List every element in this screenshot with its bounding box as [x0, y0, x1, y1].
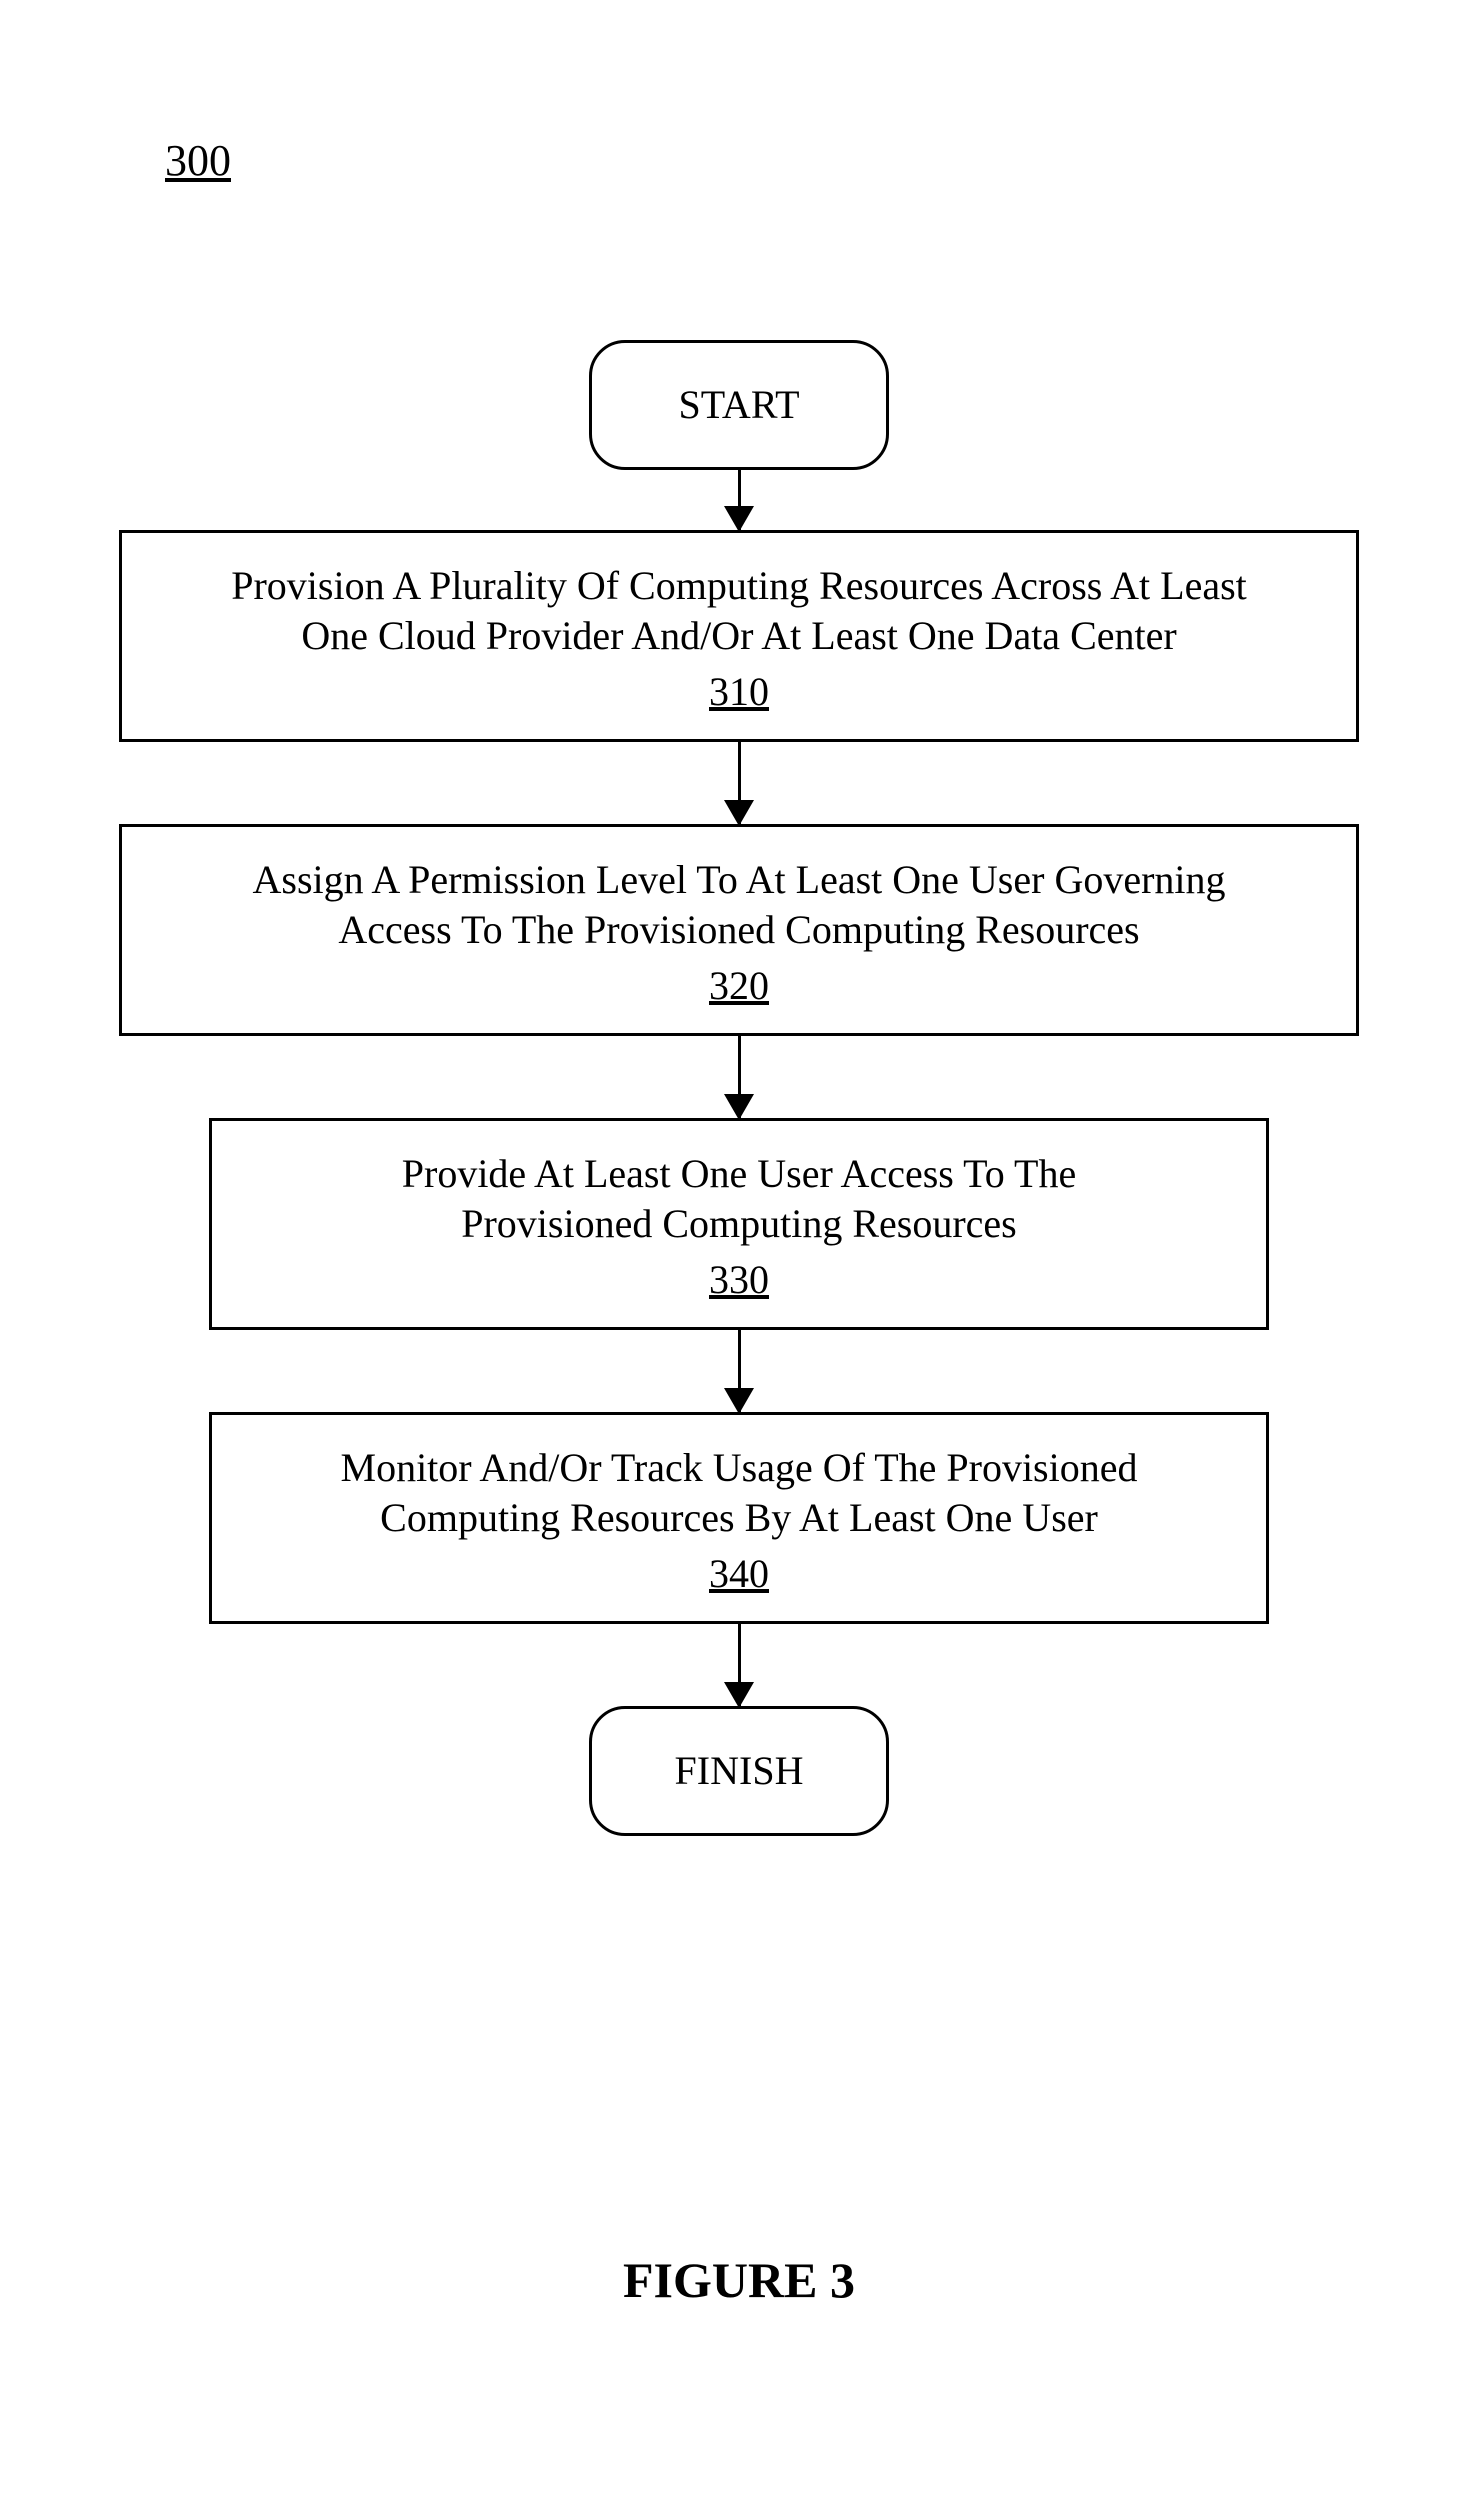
- arrow-icon: [738, 742, 741, 824]
- step-text: Provide At Least One User Access To The …: [402, 1149, 1076, 1249]
- step-ref: 310: [709, 667, 769, 717]
- flowchart: START Provision A Plurality Of Computing…: [0, 340, 1478, 1836]
- arrow-icon: [738, 1624, 741, 1706]
- start-terminator: START: [589, 340, 889, 470]
- finish-terminator: FINISH: [589, 1706, 889, 1836]
- step-ref: 340: [709, 1549, 769, 1599]
- arrow-icon: [738, 470, 741, 530]
- process-step: Provide At Least One User Access To The …: [209, 1118, 1269, 1330]
- process-step: Monitor And/Or Track Usage Of The Provis…: [209, 1412, 1269, 1624]
- process-step: Provision A Plurality Of Computing Resou…: [119, 530, 1359, 742]
- arrow-icon: [738, 1330, 741, 1412]
- figure-caption: FIGURE 3: [0, 2251, 1478, 2309]
- step-text: Provision A Plurality Of Computing Resou…: [231, 561, 1247, 661]
- process-step: Assign A Permission Level To At Least On…: [119, 824, 1359, 1036]
- page: 300 START Provision A Plurality Of Compu…: [0, 0, 1478, 2519]
- arrow-icon: [738, 1036, 741, 1118]
- figure-number: 300: [165, 135, 231, 186]
- step-text: Assign A Permission Level To At Least On…: [252, 855, 1225, 955]
- step-text: Monitor And/Or Track Usage Of The Provis…: [341, 1443, 1138, 1543]
- start-label: START: [678, 380, 799, 430]
- step-ref: 330: [709, 1255, 769, 1305]
- step-ref: 320: [709, 961, 769, 1011]
- finish-label: FINISH: [675, 1746, 804, 1796]
